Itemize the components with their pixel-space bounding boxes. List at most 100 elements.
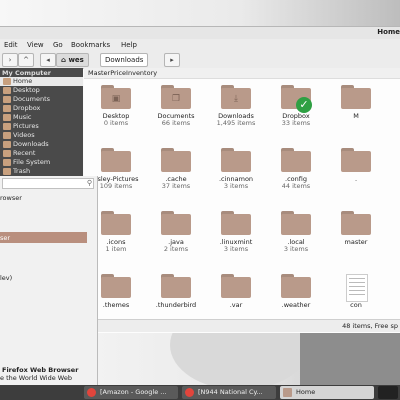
menu-item-highlighted[interactable]: ser xyxy=(0,232,87,243)
next-crumb-button[interactable]: ▸ xyxy=(164,53,180,67)
file-name: M xyxy=(353,112,359,120)
taskbar-item-amazon[interactable]: [Amazon - Google ... xyxy=(84,386,178,399)
file-item[interactable] xyxy=(386,211,400,271)
file-count: 66 items xyxy=(161,119,191,127)
file-item[interactable]: .java 2 items xyxy=(146,211,206,271)
menu-view[interactable]: View xyxy=(27,41,44,49)
file-item[interactable]: .local 3 items xyxy=(266,211,326,271)
toolbar: › ^ ◂ ⌂ wes Downloads ▸ xyxy=(0,52,400,69)
folder-icon xyxy=(221,274,251,298)
menu-bar: Edit View Go Bookmarks Help xyxy=(0,39,400,52)
chrome-icon xyxy=(87,388,96,397)
folder-icon: ⤓ xyxy=(221,85,251,109)
title-bar[interactable]: Home xyxy=(0,27,400,39)
file-item[interactable]: master xyxy=(326,211,386,271)
folder-icon xyxy=(283,388,292,397)
taskbar-item-home[interactable]: Home xyxy=(280,386,374,399)
sidebar-item-trash[interactable]: Trash xyxy=(0,167,83,176)
desktop-folder-icon xyxy=(3,87,11,94)
document-icon xyxy=(346,274,368,302)
file-item[interactable] xyxy=(386,148,400,208)
file-item[interactable] xyxy=(386,85,400,145)
file-item[interactable]: M xyxy=(326,85,386,145)
up-button[interactable]: ^ xyxy=(18,53,34,67)
breadcrumb-home-label: wes xyxy=(68,56,84,64)
sidebar-item-dropbox[interactable]: Dropbox xyxy=(0,104,83,113)
breadcrumb-home[interactable]: ⌂ wes xyxy=(56,53,89,67)
taskbar-item-label: Home xyxy=(296,388,316,396)
status-text: 48 items, Free sp xyxy=(342,322,398,330)
terminal-icon[interactable] xyxy=(378,386,398,399)
taskbar-item-n944[interactable]: [N944 National Cy... xyxy=(182,386,276,399)
file-count: 3 items xyxy=(283,245,309,253)
prev-crumb-button[interactable]: ◂ xyxy=(40,53,56,67)
file-item[interactable]: ▣ Desktop 0 items xyxy=(86,85,146,145)
sync-check-icon: ✓ xyxy=(296,97,312,113)
app-title: Firefox Web Browser xyxy=(2,366,79,374)
sidebar-item-label: Trash xyxy=(13,167,31,175)
sidebar-item-downloads[interactable]: Downloads xyxy=(0,140,83,149)
sidebar-item-pictures[interactable]: Pictures xyxy=(0,122,83,131)
file-count: 3 items xyxy=(223,182,249,190)
recent-icon xyxy=(3,150,11,157)
chrome-icon xyxy=(185,388,194,397)
folder-icon xyxy=(221,148,251,172)
menu-item-label: ser xyxy=(0,234,11,242)
file-grid: ▣ Desktop 0 items ❐ Documents 66 items ⤓ Downlo… xyxy=(84,79,400,333)
file-item[interactable]: ⤓ Downloads 1,495 items xyxy=(206,85,266,145)
trash-icon xyxy=(3,168,11,175)
file-item[interactable]: .cache 37 items xyxy=(146,148,206,208)
file-count: 1,495 items xyxy=(216,119,256,127)
folder-icon xyxy=(161,148,191,172)
sidebar-item-label: Videos xyxy=(13,131,35,139)
videos-folder-icon xyxy=(3,132,11,139)
sidebar-item-file-system[interactable]: File System xyxy=(0,158,83,167)
folder-icon xyxy=(281,211,311,235)
file-item[interactable]: ✓ Dropbox 33 items xyxy=(266,85,326,145)
folder-icon xyxy=(101,211,131,235)
menu-item[interactable]: lev) xyxy=(0,274,12,282)
sidebar-item-videos[interactable]: Videos xyxy=(0,131,83,140)
menu-edit[interactable]: Edit xyxy=(4,41,18,49)
drive-icon xyxy=(3,159,11,166)
back-button[interactable]: › xyxy=(2,53,18,67)
sidebar-item-desktop[interactable]: Desktop xyxy=(0,86,83,95)
menu-item[interactable]: rowser xyxy=(0,194,22,202)
start-menu: ⚲ rowser ser lev) Firefox Web Browser e … xyxy=(0,176,98,385)
folder-icon xyxy=(341,211,371,235)
file-count: 33 items xyxy=(281,119,311,127)
file-name: con xyxy=(350,301,362,309)
sidebar-item-music[interactable]: Music xyxy=(0,113,83,122)
breadcrumb-downloads[interactable]: Downloads xyxy=(100,53,149,67)
file-count: 3 items xyxy=(223,245,249,253)
file-item[interactable]: .linuxmint 3 items xyxy=(206,211,266,271)
sidebar-item-label: Home xyxy=(13,77,33,85)
folder-icon xyxy=(281,274,311,298)
downloads-crumb-label: Downloads xyxy=(105,56,144,64)
file-name: master xyxy=(344,238,368,246)
sidebar-item-label: Recent xyxy=(13,149,36,157)
menu-bookmarks[interactable]: Bookmarks xyxy=(71,41,110,49)
file-item[interactable]: . xyxy=(326,148,386,208)
file-name: . xyxy=(354,175,358,183)
sidebar-item-label: Desktop xyxy=(13,86,40,94)
menu-help[interactable]: Help xyxy=(121,41,137,49)
folder-icon xyxy=(161,274,191,298)
menu-go[interactable]: Go xyxy=(53,41,63,49)
menu-search-input[interactable]: ⚲ xyxy=(2,178,94,189)
file-item[interactable]: ❐ Documents 66 items xyxy=(146,85,206,145)
folder-icon xyxy=(101,148,131,172)
sidebar-item-documents[interactable]: Documents xyxy=(0,95,83,104)
folder-icon xyxy=(281,148,311,172)
folder-icon xyxy=(341,148,371,172)
file-count: 2 items xyxy=(163,245,189,253)
file-item[interactable]: .cinnamon 3 items xyxy=(206,148,266,208)
sidebar-header: My Computer xyxy=(2,69,51,77)
file-item[interactable]: .config 44 items xyxy=(266,148,326,208)
sidebar-item-label: Music xyxy=(13,113,32,121)
downloads-folder-icon xyxy=(3,141,11,148)
sidebar-item-home[interactable]: Home xyxy=(0,77,83,86)
folder-icon xyxy=(101,274,131,298)
folder-icon xyxy=(341,85,371,109)
sidebar-item-recent[interactable]: Recent xyxy=(0,149,83,158)
